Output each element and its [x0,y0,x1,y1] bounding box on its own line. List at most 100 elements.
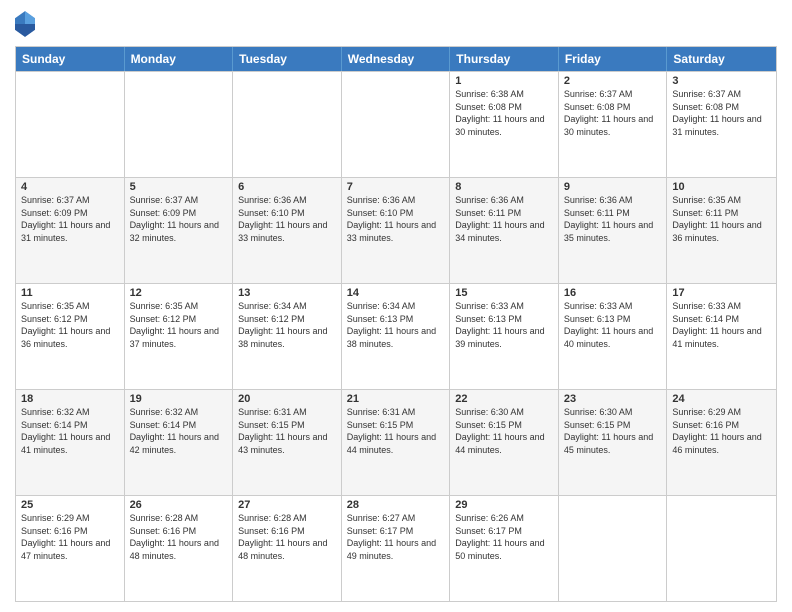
day-info: Sunrise: 6:34 AMSunset: 6:13 PMDaylight:… [347,300,445,350]
calendar-cell: 27Sunrise: 6:28 AMSunset: 6:16 PMDayligh… [233,496,342,601]
calendar-cell: 23Sunrise: 6:30 AMSunset: 6:15 PMDayligh… [559,390,668,495]
calendar-cell: 16Sunrise: 6:33 AMSunset: 6:13 PMDayligh… [559,284,668,389]
day-info: Sunrise: 6:28 AMSunset: 6:16 PMDaylight:… [238,512,336,562]
day-info: Sunrise: 6:28 AMSunset: 6:16 PMDaylight:… [130,512,228,562]
calendar-cell: 26Sunrise: 6:28 AMSunset: 6:16 PMDayligh… [125,496,234,601]
calendar-cell [125,72,234,177]
day-number: 7 [347,181,445,193]
day-info: Sunrise: 6:32 AMSunset: 6:14 PMDaylight:… [21,406,119,456]
day-number: 21 [347,393,445,405]
calendar-cell: 18Sunrise: 6:32 AMSunset: 6:14 PMDayligh… [16,390,125,495]
day-info: Sunrise: 6:36 AMSunset: 6:11 PMDaylight:… [564,194,662,244]
header [15,10,777,38]
calendar-cell: 25Sunrise: 6:29 AMSunset: 6:16 PMDayligh… [16,496,125,601]
calendar: SundayMondayTuesdayWednesdayThursdayFrid… [15,46,777,602]
day-info: Sunrise: 6:32 AMSunset: 6:14 PMDaylight:… [130,406,228,456]
calendar-row-0: 1Sunrise: 6:38 AMSunset: 6:08 PMDaylight… [16,71,776,177]
calendar-cell [233,72,342,177]
calendar-cell: 12Sunrise: 6:35 AMSunset: 6:12 PMDayligh… [125,284,234,389]
day-info: Sunrise: 6:31 AMSunset: 6:15 PMDaylight:… [347,406,445,456]
calendar-row-4: 25Sunrise: 6:29 AMSunset: 6:16 PMDayligh… [16,495,776,601]
day-info: Sunrise: 6:26 AMSunset: 6:17 PMDaylight:… [455,512,553,562]
calendar-cell [342,72,451,177]
day-info: Sunrise: 6:33 AMSunset: 6:14 PMDaylight:… [672,300,771,350]
day-number: 1 [455,75,553,87]
day-number: 14 [347,287,445,299]
day-info: Sunrise: 6:37 AMSunset: 6:09 PMDaylight:… [130,194,228,244]
calendar-cell [16,72,125,177]
day-info: Sunrise: 6:27 AMSunset: 6:17 PMDaylight:… [347,512,445,562]
page: SundayMondayTuesdayWednesdayThursdayFrid… [0,0,792,612]
day-number: 10 [672,181,771,193]
day-info: Sunrise: 6:34 AMSunset: 6:12 PMDaylight:… [238,300,336,350]
day-info: Sunrise: 6:35 AMSunset: 6:12 PMDaylight:… [21,300,119,350]
calendar-row-3: 18Sunrise: 6:32 AMSunset: 6:14 PMDayligh… [16,389,776,495]
day-number: 19 [130,393,228,405]
day-info: Sunrise: 6:36 AMSunset: 6:10 PMDaylight:… [347,194,445,244]
day-info: Sunrise: 6:37 AMSunset: 6:08 PMDaylight:… [564,88,662,138]
day-info: Sunrise: 6:37 AMSunset: 6:09 PMDaylight:… [21,194,119,244]
day-number: 4 [21,181,119,193]
calendar-cell: 1Sunrise: 6:38 AMSunset: 6:08 PMDaylight… [450,72,559,177]
logo-icon [15,10,35,38]
calendar-cell: 10Sunrise: 6:35 AMSunset: 6:11 PMDayligh… [667,178,776,283]
calendar-cell: 4Sunrise: 6:37 AMSunset: 6:09 PMDaylight… [16,178,125,283]
day-info: Sunrise: 6:38 AMSunset: 6:08 PMDaylight:… [455,88,553,138]
calendar-cell: 14Sunrise: 6:34 AMSunset: 6:13 PMDayligh… [342,284,451,389]
calendar-cell: 20Sunrise: 6:31 AMSunset: 6:15 PMDayligh… [233,390,342,495]
day-info: Sunrise: 6:30 AMSunset: 6:15 PMDaylight:… [455,406,553,456]
calendar-cell: 28Sunrise: 6:27 AMSunset: 6:17 PMDayligh… [342,496,451,601]
day-number: 29 [455,499,553,511]
day-info: Sunrise: 6:35 AMSunset: 6:11 PMDaylight:… [672,194,771,244]
calendar-row-1: 4Sunrise: 6:37 AMSunset: 6:09 PMDaylight… [16,177,776,283]
day-number: 27 [238,499,336,511]
day-number: 23 [564,393,662,405]
calendar-cell: 29Sunrise: 6:26 AMSunset: 6:17 PMDayligh… [450,496,559,601]
calendar-cell: 2Sunrise: 6:37 AMSunset: 6:08 PMDaylight… [559,72,668,177]
calendar-cell: 13Sunrise: 6:34 AMSunset: 6:12 PMDayligh… [233,284,342,389]
calendar-cell: 19Sunrise: 6:32 AMSunset: 6:14 PMDayligh… [125,390,234,495]
calendar-cell: 8Sunrise: 6:36 AMSunset: 6:11 PMDaylight… [450,178,559,283]
day-number: 18 [21,393,119,405]
calendar-cell: 24Sunrise: 6:29 AMSunset: 6:16 PMDayligh… [667,390,776,495]
day-number: 24 [672,393,771,405]
day-number: 26 [130,499,228,511]
day-info: Sunrise: 6:36 AMSunset: 6:10 PMDaylight:… [238,194,336,244]
day-info: Sunrise: 6:37 AMSunset: 6:08 PMDaylight:… [672,88,771,138]
calendar-cell: 11Sunrise: 6:35 AMSunset: 6:12 PMDayligh… [16,284,125,389]
day-info: Sunrise: 6:33 AMSunset: 6:13 PMDaylight:… [564,300,662,350]
day-number: 25 [21,499,119,511]
day-number: 5 [130,181,228,193]
header-day-tuesday: Tuesday [233,47,342,71]
calendar-cell: 5Sunrise: 6:37 AMSunset: 6:09 PMDaylight… [125,178,234,283]
day-number: 28 [347,499,445,511]
day-number: 16 [564,287,662,299]
calendar-header: SundayMondayTuesdayWednesdayThursdayFrid… [16,47,776,71]
day-info: Sunrise: 6:30 AMSunset: 6:15 PMDaylight:… [564,406,662,456]
day-number: 2 [564,75,662,87]
calendar-cell: 22Sunrise: 6:30 AMSunset: 6:15 PMDayligh… [450,390,559,495]
day-info: Sunrise: 6:29 AMSunset: 6:16 PMDaylight:… [672,406,771,456]
header-day-saturday: Saturday [667,47,776,71]
calendar-cell: 3Sunrise: 6:37 AMSunset: 6:08 PMDaylight… [667,72,776,177]
day-number: 13 [238,287,336,299]
day-info: Sunrise: 6:31 AMSunset: 6:15 PMDaylight:… [238,406,336,456]
calendar-body: 1Sunrise: 6:38 AMSunset: 6:08 PMDaylight… [16,71,776,601]
day-number: 22 [455,393,553,405]
day-number: 15 [455,287,553,299]
calendar-cell: 6Sunrise: 6:36 AMSunset: 6:10 PMDaylight… [233,178,342,283]
calendar-cell: 15Sunrise: 6:33 AMSunset: 6:13 PMDayligh… [450,284,559,389]
day-number: 9 [564,181,662,193]
header-day-sunday: Sunday [16,47,125,71]
header-day-monday: Monday [125,47,234,71]
day-number: 12 [130,287,228,299]
calendar-cell: 21Sunrise: 6:31 AMSunset: 6:15 PMDayligh… [342,390,451,495]
day-number: 3 [672,75,771,87]
header-day-friday: Friday [559,47,668,71]
day-number: 6 [238,181,336,193]
calendar-cell: 9Sunrise: 6:36 AMSunset: 6:11 PMDaylight… [559,178,668,283]
header-day-wednesday: Wednesday [342,47,451,71]
day-info: Sunrise: 6:29 AMSunset: 6:16 PMDaylight:… [21,512,119,562]
day-info: Sunrise: 6:36 AMSunset: 6:11 PMDaylight:… [455,194,553,244]
calendar-cell: 7Sunrise: 6:36 AMSunset: 6:10 PMDaylight… [342,178,451,283]
